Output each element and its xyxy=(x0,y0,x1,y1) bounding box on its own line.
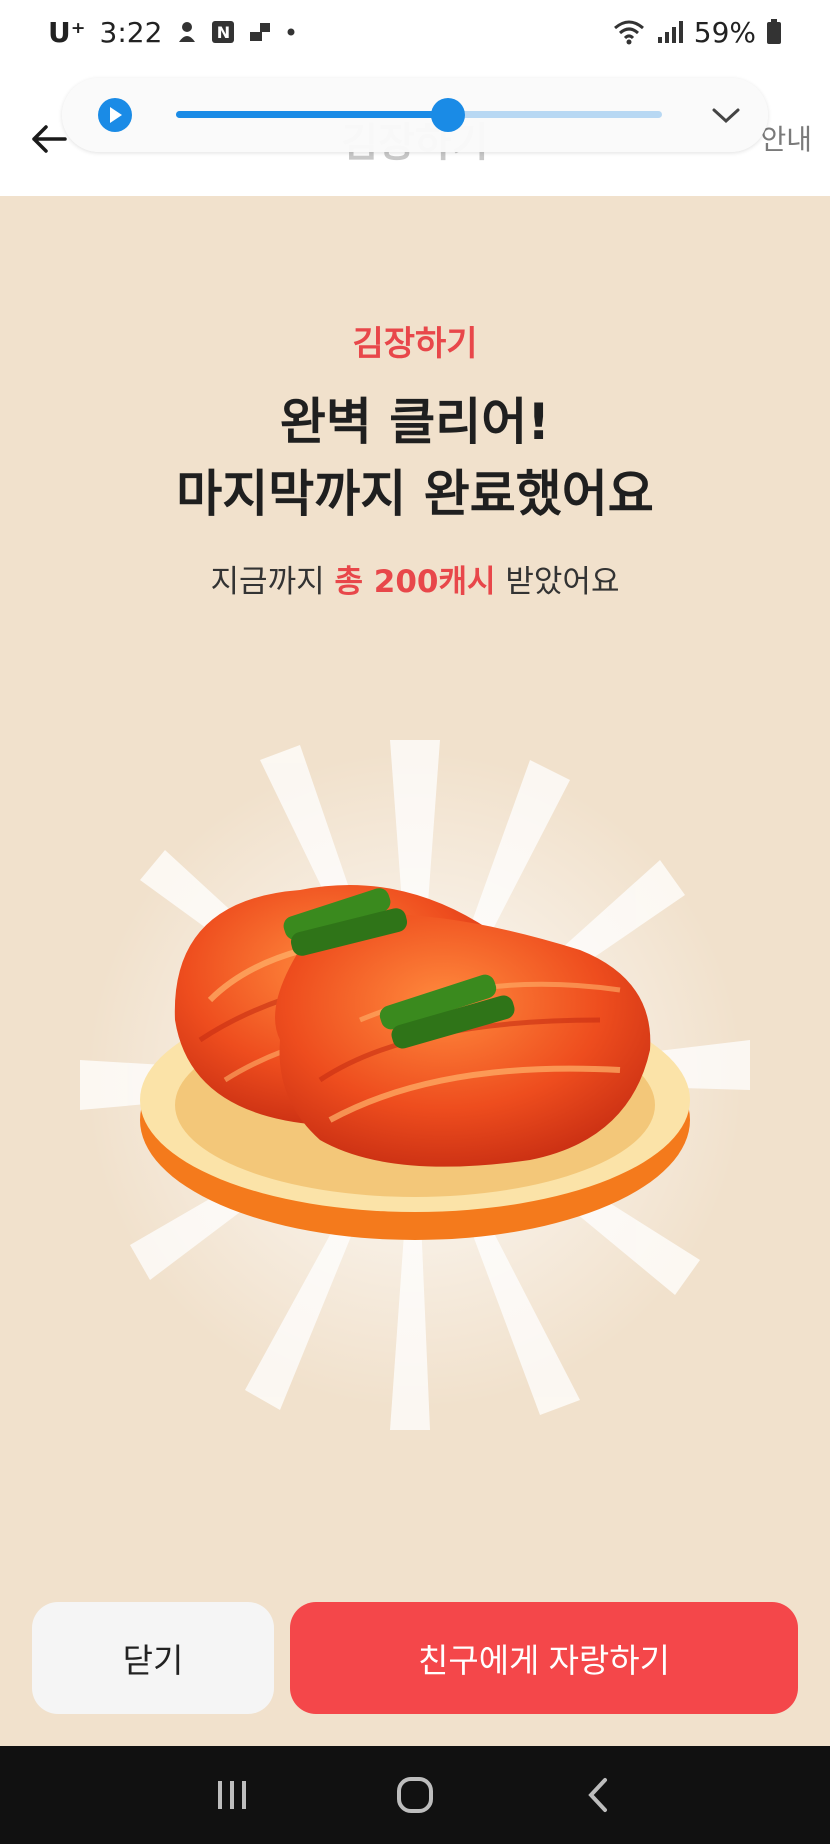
photo-icon xyxy=(248,21,272,43)
summary-suffix: 받았어요 xyxy=(495,564,620,600)
chevron-down-icon xyxy=(712,108,740,124)
recent-apps-button[interactable] xyxy=(202,1765,262,1825)
system-back-button[interactable] xyxy=(568,1765,628,1825)
summary-prefix: 지금까지 xyxy=(210,564,335,600)
system-nav-bar xyxy=(0,1746,830,1844)
app-header: 김장하기 안내 xyxy=(0,64,830,196)
chevron-left-icon xyxy=(588,1778,608,1812)
screen: U⁺ 3:22 N 59% 안내 김장하기 완벽 클리어! 마지막까지 완료했어… xyxy=(0,0,830,1844)
battery-icon xyxy=(766,18,782,46)
reward-amount: 총 200캐시 xyxy=(334,564,496,600)
status-bar: U⁺ 3:22 N 59% xyxy=(0,0,830,64)
completion-headline: 완벽 클리어! 마지막까지 완료했어요 xyxy=(0,386,830,530)
recent-apps-icon xyxy=(217,1781,246,1809)
wifi-icon xyxy=(612,18,646,46)
play-icon xyxy=(110,107,122,123)
close-button[interactable]: 닫기 xyxy=(32,1602,274,1714)
signal-icon xyxy=(656,19,684,45)
seek-bar[interactable] xyxy=(176,98,662,132)
share-with-friends-button[interactable]: 친구에게 자랑하기 xyxy=(290,1602,798,1714)
collapse-button[interactable] xyxy=(708,98,744,134)
home-icon xyxy=(396,1777,433,1813)
media-player xyxy=(62,78,768,152)
carrier-label: U⁺ xyxy=(48,15,86,49)
character-icon xyxy=(176,20,198,44)
home-button[interactable] xyxy=(385,1765,445,1825)
clock: 3:22 xyxy=(99,15,163,49)
game-kicker: 김장하기 xyxy=(352,324,478,364)
play-button[interactable] xyxy=(98,98,132,132)
seek-bar-thumb[interactable] xyxy=(431,98,466,132)
n-app-icon: N xyxy=(212,21,235,43)
kimchi-plate-illustration xyxy=(60,720,770,1440)
headline-line-1: 완벽 클리어! xyxy=(279,393,551,451)
headline-line-2: 마지막까지 완료했어요 xyxy=(176,465,654,523)
guide-link[interactable]: 안내 xyxy=(760,118,812,158)
reward-summary: 지금까지 총 200캐시 받았어요 xyxy=(0,556,830,601)
dot-icon xyxy=(286,27,296,37)
battery-percent: 59% xyxy=(693,15,756,49)
seek-bar-progress xyxy=(176,111,449,118)
